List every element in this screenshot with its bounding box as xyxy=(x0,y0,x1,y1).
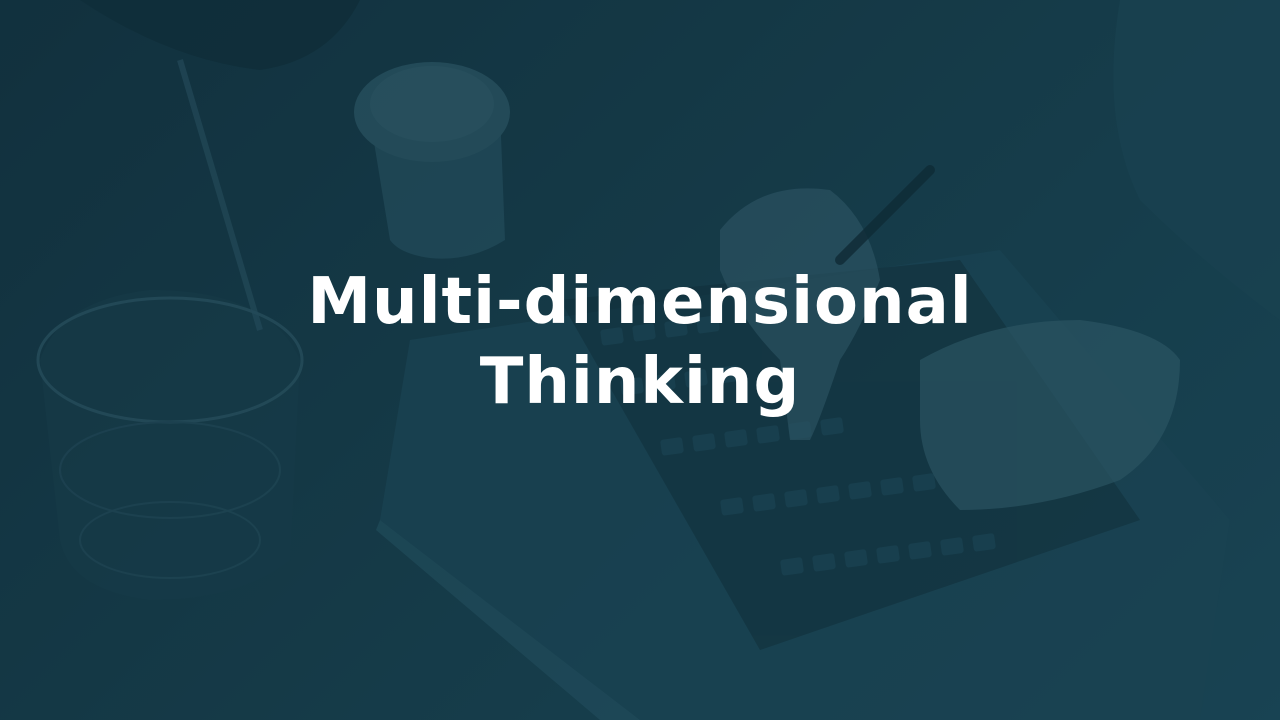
slide-title-line-1: Multi-dimensional xyxy=(307,265,973,339)
slide: Multi-dimensional Thinking xyxy=(0,0,1280,720)
slide-title-line-2: Thinking xyxy=(479,345,801,419)
slide-title: Multi-dimensional Thinking xyxy=(0,262,1280,422)
